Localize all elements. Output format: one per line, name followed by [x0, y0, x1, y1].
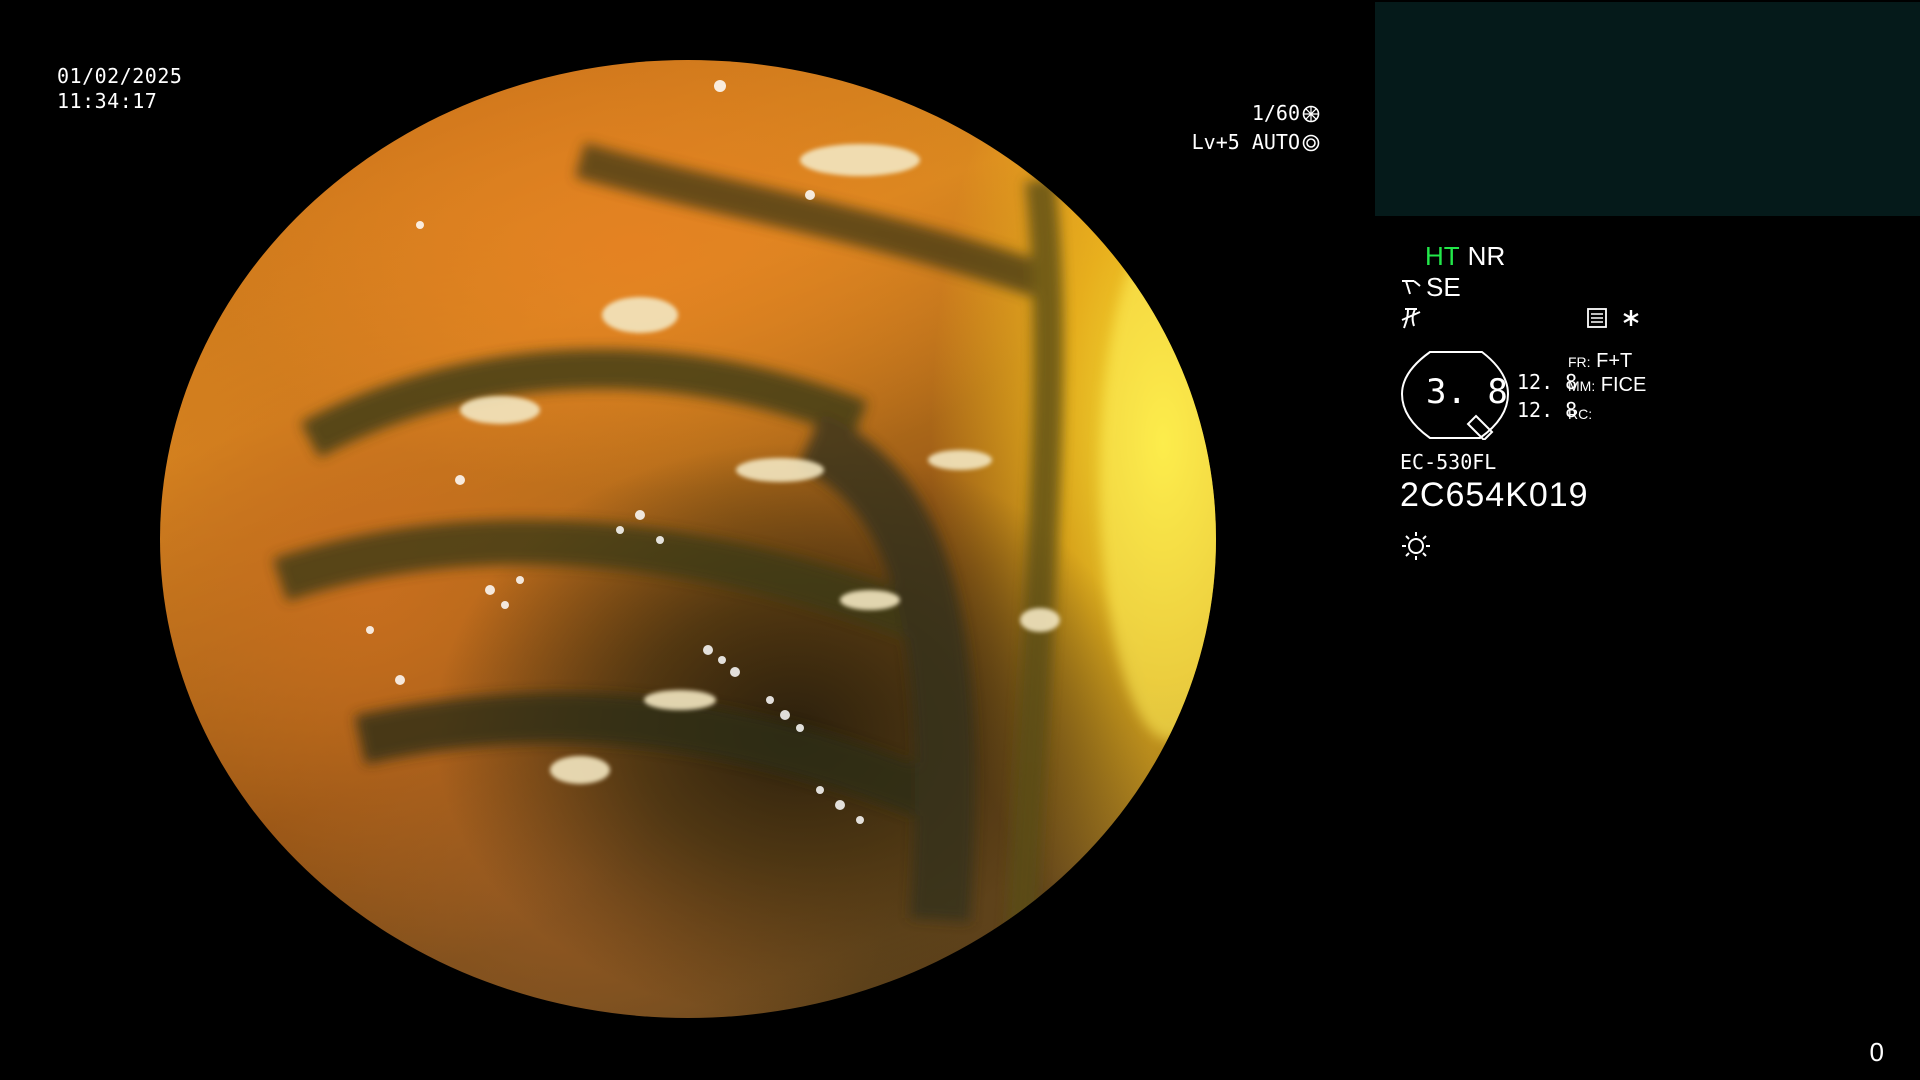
mm-label: MM:	[1568, 378, 1596, 394]
shutter-text: 1/60	[1251, 101, 1300, 125]
mucosa-texture	[272, 80, 1216, 961]
date-text: 01/02/2025	[57, 64, 183, 88]
fr-label: FR:	[1568, 354, 1591, 370]
frame-counter: 0	[1869, 1037, 1884, 1067]
status-line-2: SE	[1400, 271, 1640, 302]
level-text: Lv+5 AUTO	[1191, 130, 1300, 154]
endoscope-image	[160, 60, 1216, 1018]
ht-indicator: HT	[1425, 240, 1460, 271]
image-mask-top	[0, 0, 1380, 60]
fr-row: FR: F+T	[1568, 350, 1632, 373]
magnification-readout: 3. 8 12. 8 12. 8 FR: F+T MM: FICE RC:	[1400, 350, 1700, 450]
se-indicator: SE	[1426, 271, 1461, 302]
datetime: 01/02/2025 11:34:17	[57, 64, 182, 114]
gauge-value: 3. 8	[1426, 372, 1508, 412]
image-mask-bottom	[0, 1018, 1380, 1080]
status-line-1: HT NR	[1400, 240, 1640, 271]
scope-model: EC-530FL	[1400, 450, 1497, 474]
status-line-3	[1400, 302, 1640, 333]
exposure-readout: 1/60 Lv+5 AUTO	[1192, 99, 1320, 157]
mm-row: MM: FICE	[1568, 374, 1646, 397]
shutter-row: 1/60	[1192, 99, 1320, 128]
fr-value: F+T	[1596, 350, 1633, 372]
nr-indicator: NR	[1467, 240, 1506, 271]
scope-mode-icon	[1402, 279, 1421, 294]
auto-iris-icon	[1302, 134, 1320, 151]
rc-label: RC:	[1568, 406, 1593, 422]
asterisk-icon	[1623, 309, 1639, 326]
filter-icon	[1401, 307, 1421, 328]
shutter-icon	[1302, 105, 1320, 122]
status-panel: HT NR SE	[1400, 240, 1640, 333]
level-row: Lv+5 AUTO	[1192, 128, 1320, 157]
light-icon	[1402, 532, 1430, 560]
menu-icon	[1587, 307, 1607, 328]
time-text: 11:34:17	[57, 89, 158, 113]
rc-row: RC:	[1568, 402, 1592, 425]
scope-serial: 2C654K019	[1400, 476, 1589, 514]
thumbnail-panel	[1375, 2, 1920, 216]
mm-value: FICE	[1600, 374, 1647, 396]
